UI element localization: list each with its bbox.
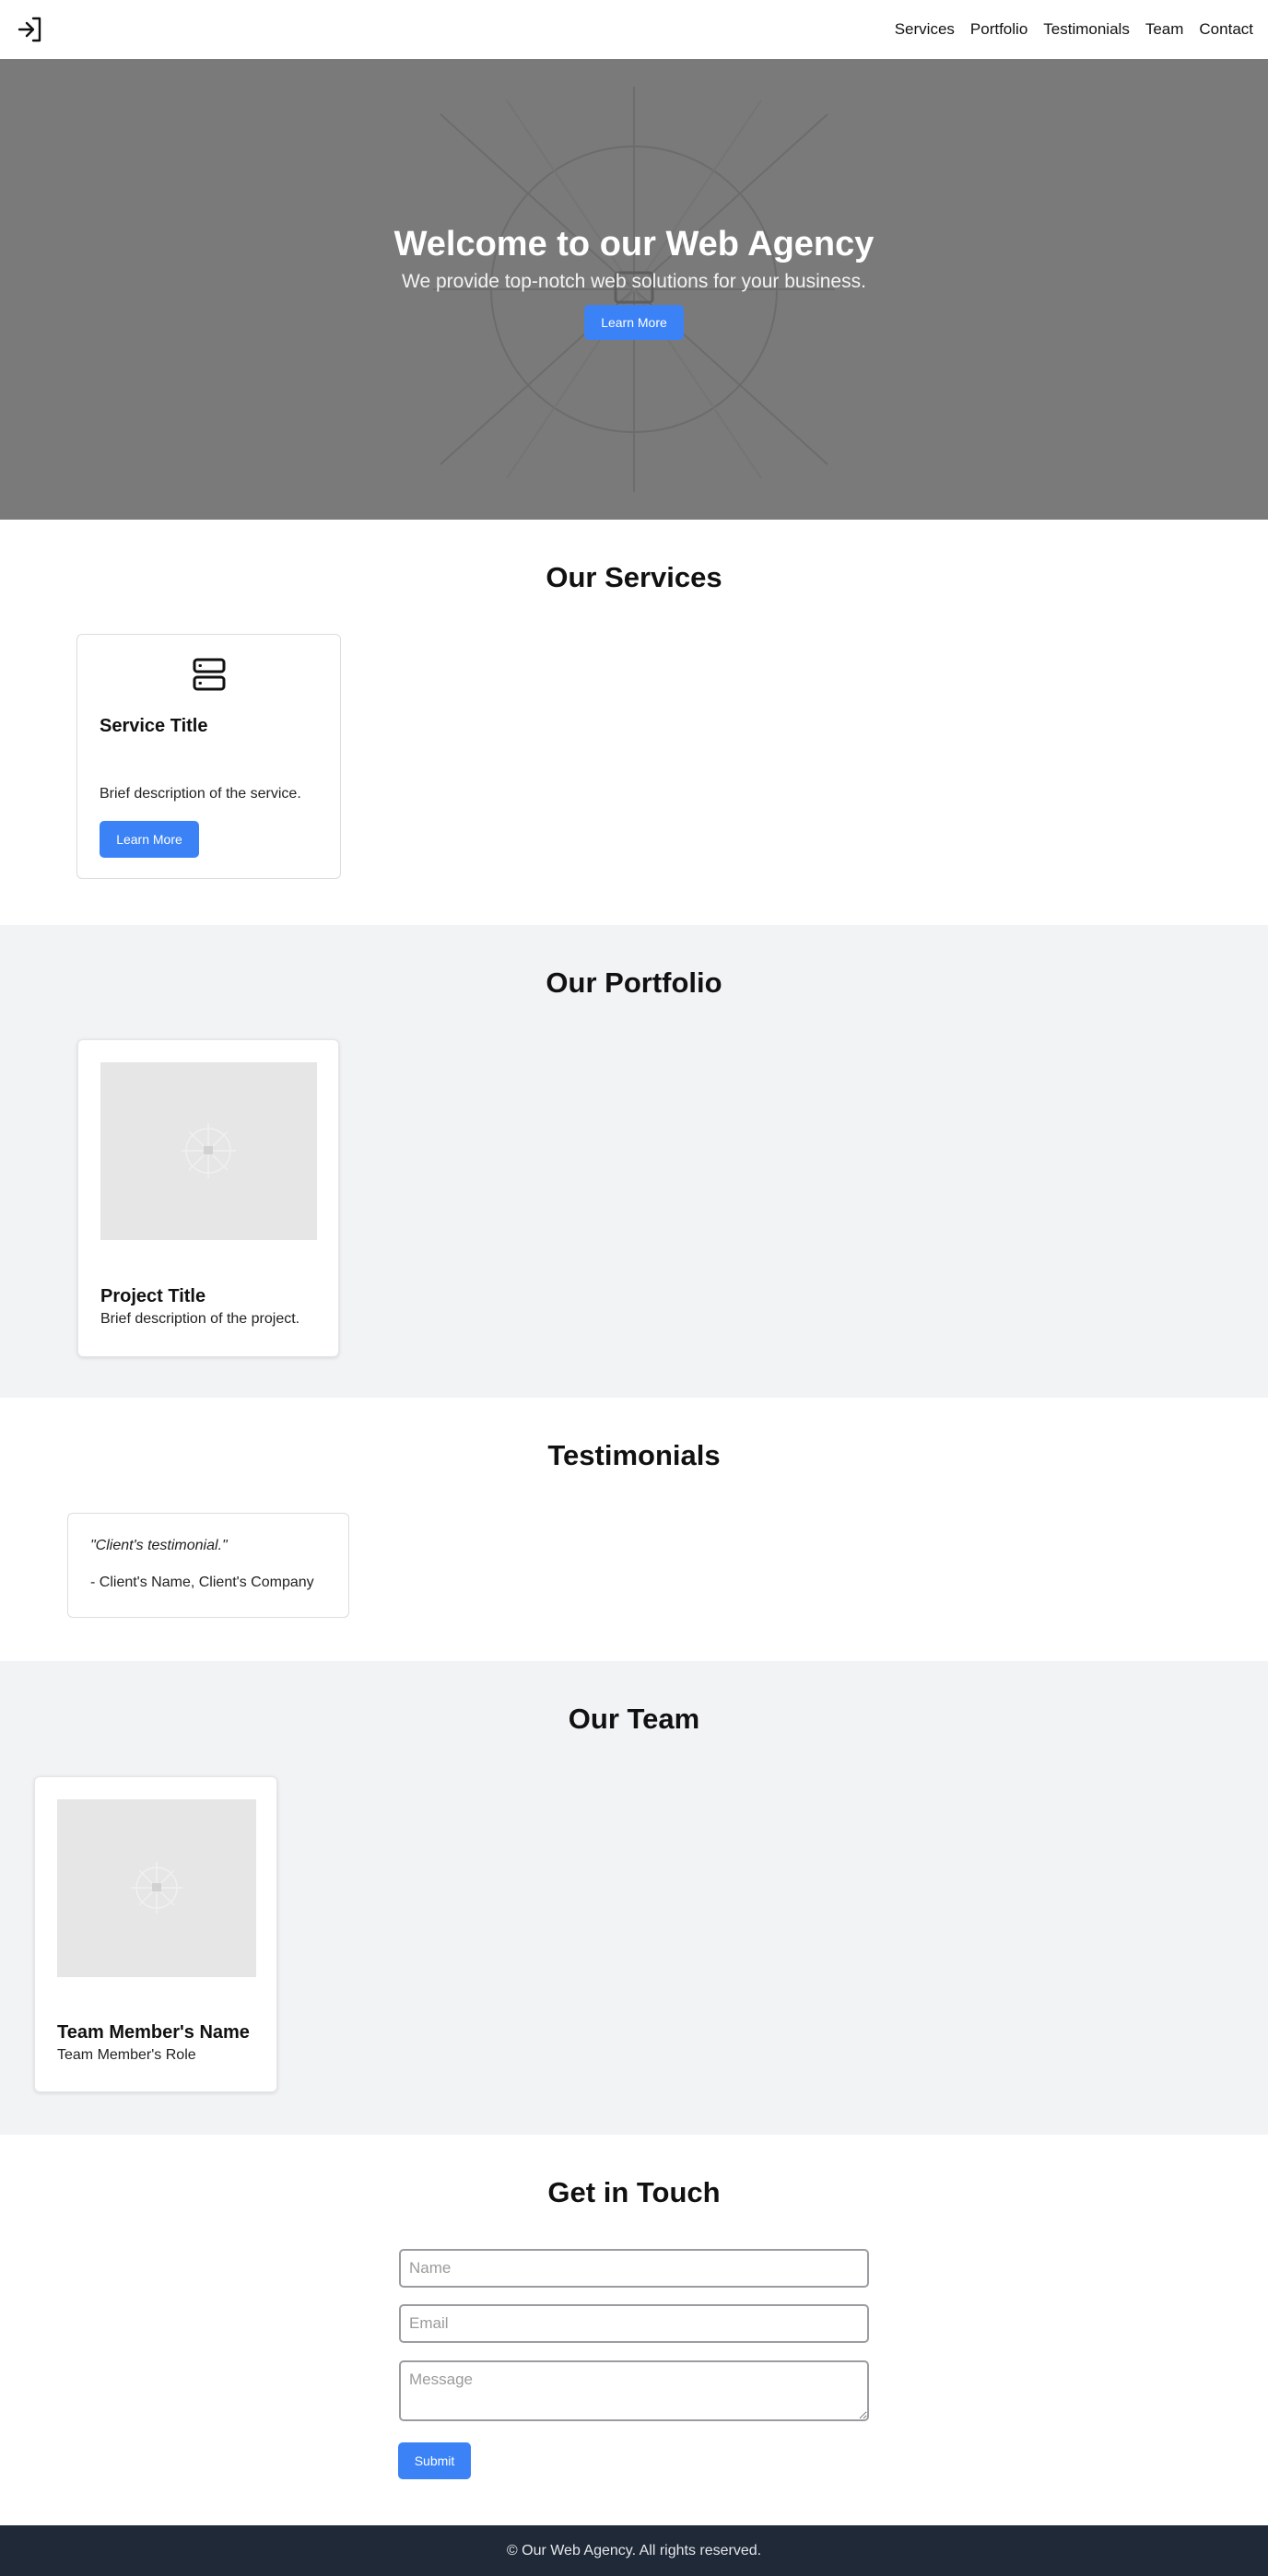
sign-in-icon[interactable]	[15, 14, 46, 45]
service-description: Brief description of the service.	[100, 786, 301, 802]
team-member-name: Team Member's Name	[57, 2022, 250, 2043]
portfolio-title: Our Portfolio	[546, 966, 722, 999]
testimonials-title: Testimonials	[547, 1439, 721, 1471]
hero-content: Welcome to our Web Agency We provide top…	[0, 223, 1268, 340]
message-textarea[interactable]	[399, 2360, 869, 2421]
nav-link-services[interactable]: Services	[895, 20, 955, 39]
team-member-role: Team Member's Role	[57, 2047, 196, 2063]
submit-button[interactable]: Submit	[398, 2442, 471, 2479]
service-card: Service Title Brief description of the s…	[76, 634, 341, 879]
server-icon	[192, 657, 227, 692]
footer-copyright: © Our Web Agency. All rights reserved.	[506, 2543, 762, 2558]
project-description: Brief description of the project.	[100, 1311, 300, 1327]
testimonial-card: "Client's testimonial." - Client's Name,…	[67, 1513, 349, 1618]
team-section: Our Team Team Member's Name Team Member'…	[0, 1661, 1268, 2135]
nav-link-testimonials[interactable]: Testimonials	[1043, 20, 1130, 39]
services-title: Our Services	[546, 561, 722, 593]
hero-subtitle: We provide top-notch web solutions for y…	[402, 271, 866, 292]
nav-link-contact[interactable]: Contact	[1199, 20, 1253, 39]
testimonial-author: - Client's Name, Client's Company	[90, 1575, 314, 1590]
site-footer: © Our Web Agency. All rights reserved.	[0, 2525, 1268, 2576]
nav-link-portfolio[interactable]: Portfolio	[970, 20, 1027, 39]
team-title: Our Team	[568, 1703, 700, 1735]
team-member-card: Team Member's Name Team Member's Role	[34, 1776, 277, 2092]
portfolio-section: Our Portfolio Project Title Brief descri…	[0, 925, 1268, 1398]
main-nav: Services Portfolio Testimonials Team Con…	[895, 20, 1253, 39]
service-title: Service Title	[100, 716, 208, 736]
testimonials-section: Testimonials "Client's testimonial." - C…	[0, 1398, 1268, 1661]
portfolio-card: Project Title Brief description of the p…	[77, 1039, 339, 1357]
testimonial-quote: "Client's testimonial."	[90, 1538, 228, 1553]
hero-title: Welcome to our Web Agency	[393, 225, 875, 263]
nav-link-team[interactable]: Team	[1145, 20, 1184, 39]
service-learn-more-button[interactable]: Learn More	[100, 821, 199, 858]
team-member-photo	[57, 1799, 256, 1977]
project-image	[100, 1062, 317, 1240]
contact-title: Get in Touch	[547, 2176, 721, 2208]
name-input[interactable]	[399, 2249, 869, 2288]
hero-section: Welcome to our Web Agency We provide top…	[0, 59, 1268, 520]
site-header: Services Portfolio Testimonials Team Con…	[0, 0, 1268, 59]
hero-learn-more-button[interactable]: Learn More	[584, 305, 684, 340]
email-input[interactable]	[399, 2304, 869, 2343]
project-title: Project Title	[100, 1286, 206, 1306]
services-section: Our Services Service Title Brief descrip…	[0, 520, 1268, 925]
